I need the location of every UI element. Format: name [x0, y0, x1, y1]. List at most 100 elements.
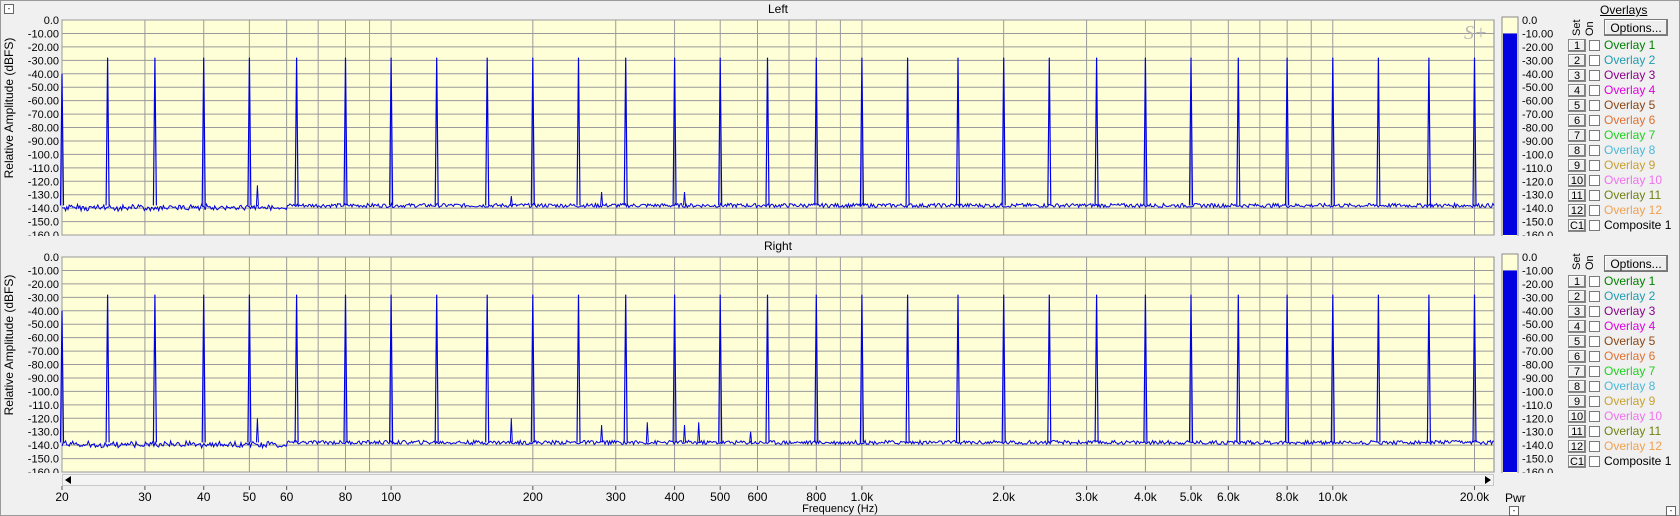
overlay-set-button[interactable]: 6 — [1568, 350, 1586, 363]
overlay-set-button[interactable]: 2 — [1568, 290, 1586, 303]
overlay-on-checkbox[interactable] — [1589, 396, 1600, 407]
horizontal-scrollbar[interactable] — [62, 474, 1494, 486]
overlay-set-button[interactable]: 4 — [1568, 320, 1586, 333]
overlay-on-checkbox[interactable] — [1589, 220, 1600, 231]
overlay-on-checkbox[interactable] — [1589, 336, 1600, 347]
overlay-on-checkbox[interactable] — [1589, 426, 1600, 437]
options-button[interactable]: Options... — [1604, 19, 1668, 36]
y-tick-label: -90.00 — [28, 136, 59, 148]
overlay-row: 5 Overlay 5 — [1568, 334, 1680, 349]
overlay-label: Overlay 12 — [1604, 439, 1663, 453]
options-button[interactable]: Options... — [1604, 255, 1668, 272]
overlay-set-button[interactable]: 10 — [1568, 174, 1586, 187]
overlay-set-button[interactable]: C1 — [1568, 455, 1586, 468]
overlay-set-button[interactable]: 8 — [1568, 144, 1586, 157]
overlay-label: Overlay 2 — [1604, 289, 1656, 303]
overlay-label: Overlay 5 — [1604, 334, 1656, 348]
scroll-left-arrow-icon[interactable] — [65, 476, 71, 484]
overlay-set-button[interactable]: 7 — [1568, 365, 1586, 378]
overlay-set-button[interactable]: 3 — [1568, 69, 1586, 82]
overlay-on-checkbox[interactable] — [1589, 351, 1600, 362]
overlay-on-checkbox[interactable] — [1589, 366, 1600, 377]
power-tick-label: -100.0 — [1522, 149, 1553, 161]
overlay-set-button[interactable]: 12 — [1568, 440, 1586, 453]
overlay-row: 12 Overlay 12 — [1568, 439, 1680, 454]
overlay-on-checkbox[interactable] — [1589, 456, 1600, 467]
overlay-row: 8 Overlay 8 — [1568, 143, 1680, 158]
left-channel-panel: Left Relative Amplitude (dBFS) 0.0 -10.00… — [0, 0, 1680, 236]
overlay-on-checkbox[interactable] — [1589, 306, 1600, 317]
overlay-on-checkbox[interactable] — [1589, 115, 1600, 126]
overlay-label: Overlay 10 — [1604, 173, 1663, 187]
overlay-on-checkbox[interactable] — [1589, 381, 1600, 392]
overlay-on-checkbox[interactable] — [1589, 145, 1600, 156]
overlay-label: Overlay 4 — [1604, 319, 1656, 333]
collapse-bottom-right-button[interactable]: - — [1666, 506, 1676, 516]
power-tick-label: -150.0 — [1522, 217, 1553, 229]
overlay-row: 3 Overlay 3 — [1568, 68, 1680, 83]
overlay-set-button[interactable]: 7 — [1568, 129, 1586, 142]
overlay-on-checkbox[interactable] — [1589, 160, 1600, 171]
overlay-on-checkbox[interactable] — [1589, 441, 1600, 452]
overlay-set-button[interactable]: 10 — [1568, 410, 1586, 423]
overlay-on-checkbox[interactable] — [1589, 130, 1600, 141]
y-tick-label: -30.00 — [28, 292, 59, 304]
overlay-on-checkbox[interactable] — [1589, 276, 1600, 287]
power-tick-label: -70.00 — [1522, 346, 1553, 358]
y-tick-label: -120.0 — [28, 413, 59, 425]
overlay-label: Overlay 9 — [1604, 158, 1656, 172]
overlay-label: Overlay 7 — [1604, 128, 1656, 142]
overlay-on-checkbox[interactable] — [1589, 190, 1600, 201]
overlay-on-checkbox[interactable] — [1589, 205, 1600, 216]
overlay-set-button[interactable]: C1 — [1568, 219, 1586, 232]
overlay-label: Overlay 1 — [1604, 38, 1656, 52]
power-tick-label: -40.00 — [1522, 69, 1553, 81]
collapse-bottom-left-button[interactable]: - — [1509, 506, 1519, 516]
overlay-row: 1 Overlay 1 — [1568, 274, 1680, 289]
overlay-set-button[interactable]: 5 — [1568, 335, 1586, 348]
power-tick-label: -90.00 — [1522, 373, 1553, 385]
overlays-panel-left: Overlays Set On Options... 1 Overlay 1 2 Ov… — [1568, 0, 1680, 236]
overlay-set-button[interactable]: 2 — [1568, 54, 1586, 67]
overlay-on-checkbox[interactable] — [1589, 291, 1600, 302]
power-tick-label: -120.0 — [1522, 413, 1553, 425]
overlay-on-checkbox[interactable] — [1589, 85, 1600, 96]
overlay-set-button[interactable]: 12 — [1568, 204, 1586, 217]
overlay-set-button[interactable]: 9 — [1568, 395, 1586, 408]
y-tick-label: -40.00 — [28, 69, 59, 81]
power-tick-label: -150.0 — [1522, 454, 1553, 466]
y-tick-label: -70.00 — [28, 346, 59, 358]
overlay-set-button[interactable]: 8 — [1568, 380, 1586, 393]
overlay-set-button[interactable]: 5 — [1568, 99, 1586, 112]
overlay-set-button[interactable]: 6 — [1568, 114, 1586, 127]
x-tick-label: 80 — [339, 490, 353, 504]
overlay-on-checkbox[interactable] — [1589, 411, 1600, 422]
x-tick-label: 2.0k — [992, 490, 1016, 504]
overlay-set-button[interactable]: 11 — [1568, 189, 1586, 202]
scroll-right-arrow-icon[interactable] — [1485, 476, 1491, 484]
overlay-set-button[interactable]: 4 — [1568, 84, 1586, 97]
overlay-label: Overlay 4 — [1604, 83, 1656, 97]
x-tick-label: 20.0k — [1460, 490, 1490, 504]
y-tick-label: -150.0 — [28, 454, 59, 466]
overlay-label: Composite 1 — [1604, 218, 1672, 232]
y-tick-label: -50.00 — [28, 82, 59, 94]
overlay-set-button[interactable]: 1 — [1568, 39, 1586, 52]
overlay-set-button[interactable]: 1 — [1568, 275, 1586, 288]
overlay-on-checkbox[interactable] — [1589, 175, 1600, 186]
overlay-set-button[interactable]: 3 — [1568, 305, 1586, 318]
overlay-on-checkbox[interactable] — [1589, 40, 1600, 51]
y-tick-label: -20.00 — [28, 279, 59, 291]
overlay-on-checkbox[interactable] — [1589, 321, 1600, 332]
set-column-label: Set — [1571, 253, 1583, 270]
overlay-set-button[interactable]: 11 — [1568, 425, 1586, 438]
overlay-on-checkbox[interactable] — [1589, 70, 1600, 81]
left-power-meter: 0.0-10.00-20.00-30.00-40.00-50.00-60.00-… — [1501, 15, 1553, 236]
y-tick-label: -50.00 — [28, 319, 59, 331]
overlay-row: 7 Overlay 7 — [1568, 364, 1680, 379]
overlay-on-checkbox[interactable] — [1589, 100, 1600, 111]
x-tick-label: 8.0k — [1276, 490, 1300, 504]
overlay-set-button[interactable]: 9 — [1568, 159, 1586, 172]
overlay-row: C1 Composite 1 — [1568, 218, 1680, 233]
overlay-on-checkbox[interactable] — [1589, 55, 1600, 66]
